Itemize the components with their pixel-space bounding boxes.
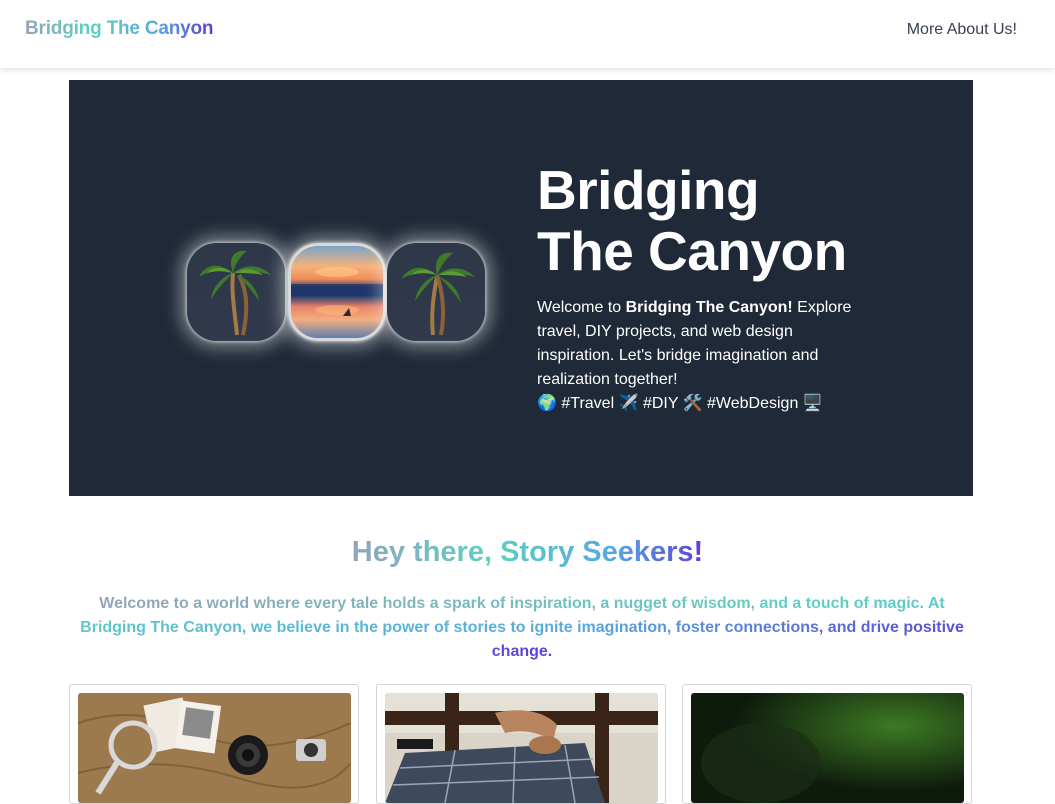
section-heading-text: Hey there, Story Seekers! (351, 536, 704, 568)
palm-tree-icon (401, 252, 475, 336)
palm-tree-window (387, 243, 485, 341)
palm-tree-window (187, 243, 285, 341)
hero-title: Bridging The Canyon (537, 160, 937, 282)
hero-hashtags: 🌍 #Travel ✈️ #DIY 🛠️ #WebDesign 🖥️ (537, 395, 823, 412)
sunset-reflection-icon (291, 267, 383, 316)
section-intro: Welcome to a world where every tale hold… (70, 592, 974, 664)
blog-card-diy[interactable] (376, 684, 666, 804)
hero-title-line1: Bridging (537, 159, 760, 221)
section-intro-text: Welcome to a world where every tale hold… (80, 595, 964, 660)
section-heading: Hey there, Story Seekers! (0, 536, 1055, 569)
card-image-diy[interactable] (385, 693, 658, 803)
sunset-window (288, 243, 386, 341)
hero-title-line2: The Canyon (537, 220, 847, 282)
brand-logo-link[interactable]: Bridging The Canyon (25, 18, 214, 40)
card-image-travel[interactable] (78, 693, 351, 803)
blog-card-nature[interactable] (682, 684, 972, 804)
travel-photo-icon (78, 693, 351, 803)
card-image-nature[interactable] (691, 693, 964, 803)
more-about-us-link[interactable]: More About Us! (907, 21, 1017, 39)
hero-intro-prefix: Welcome to (537, 299, 626, 316)
nature-photo-icon (691, 693, 964, 803)
hero-intro: Welcome to Bridging The Canyon! Explore … (537, 296, 867, 416)
hero-banner: Bridging The Canyon Welcome to Bridging … (69, 80, 973, 496)
hero-intro-brand: Bridging The Canyon! (625, 299, 793, 316)
palm-tree-icon (199, 250, 271, 336)
navbar: Bridging The Canyon More About Us! (0, 0, 1055, 68)
blog-card-travel[interactable] (69, 684, 359, 804)
solar-panel-photo-icon (385, 693, 658, 803)
